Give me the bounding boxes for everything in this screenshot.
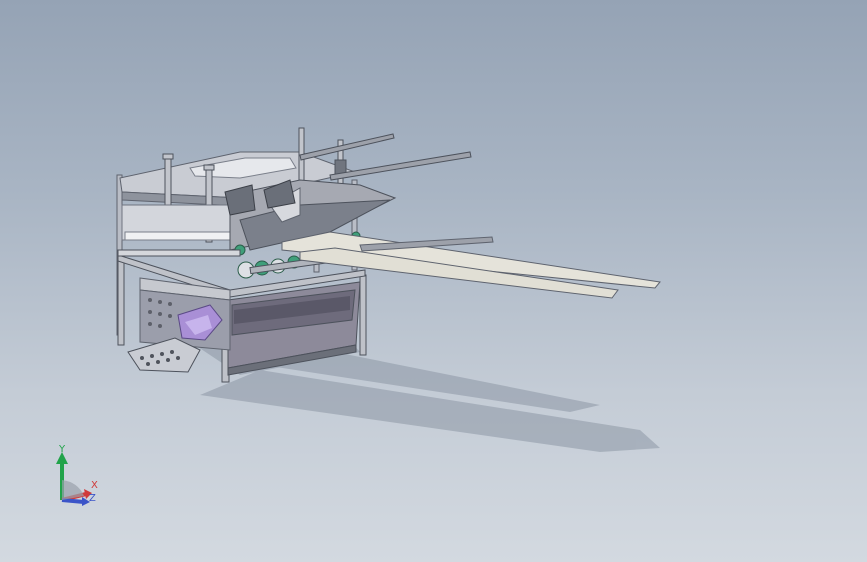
y-axis-label: Y [59, 444, 66, 455]
coordinate-triad [56, 452, 92, 506]
x-axis-label: X [91, 480, 98, 491]
z-axis-label: Z [89, 493, 96, 504]
machine-assembly-model[interactable] [0, 0, 867, 562]
z-axis-arrow [61, 498, 85, 504]
cad-graphics-viewport[interactable]: Y X Z [0, 0, 867, 562]
